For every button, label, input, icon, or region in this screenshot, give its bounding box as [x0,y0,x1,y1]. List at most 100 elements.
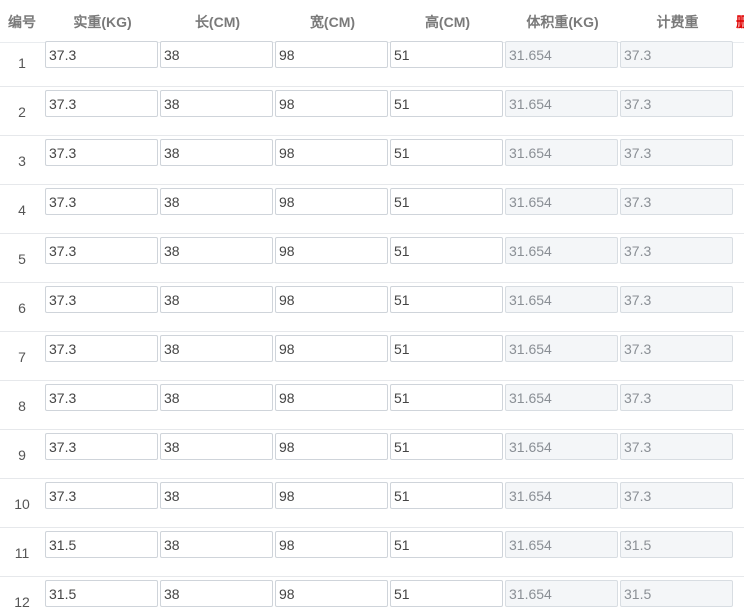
header-length: 长(CM) [194,14,241,30]
row-number: 11 [14,545,30,561]
height-input[interactable] [390,237,503,264]
volume-weight-field [505,237,618,264]
charge-weight-field [620,139,733,166]
height-input[interactable] [390,90,503,117]
actual-weight-input[interactable] [45,335,158,362]
table-body: 123456789101112 [0,38,744,611]
length-input[interactable] [160,90,273,117]
length-input[interactable] [160,41,273,68]
charge-weight-field [620,433,733,460]
actual-weight-input[interactable] [45,580,158,607]
charge-weight-field [620,531,733,558]
length-input[interactable] [160,237,273,264]
volume-weight-field [505,188,618,215]
table-row: 9 [0,430,744,479]
width-input[interactable] [275,41,388,68]
row-number: 7 [18,349,26,365]
charge-weight-field [620,286,733,313]
volume-weight-field [505,139,618,166]
actual-weight-input[interactable] [45,433,158,460]
actual-weight-input[interactable] [45,531,158,558]
row-number: 1 [18,55,26,71]
length-input[interactable] [160,286,273,313]
width-input[interactable] [275,335,388,362]
row-number: 4 [18,202,26,218]
length-input[interactable] [160,482,273,509]
actual-weight-input[interactable] [45,237,158,264]
length-input[interactable] [160,433,273,460]
actual-weight-input[interactable] [45,90,158,117]
width-input[interactable] [275,90,388,117]
table-row: 10 [0,479,744,528]
width-input[interactable] [275,433,388,460]
actual-weight-input[interactable] [45,188,158,215]
width-input[interactable] [275,482,388,509]
row-number: 12 [14,594,30,610]
height-input[interactable] [390,286,503,313]
height-input[interactable] [390,139,503,166]
volume-weight-field [505,90,618,117]
table-row: 5 [0,234,744,283]
height-input[interactable] [390,482,503,509]
table-row: 2 [0,87,744,136]
actual-weight-input[interactable] [45,482,158,509]
volume-weight-field [505,482,618,509]
length-input[interactable] [160,335,273,362]
header-number: 编号 [8,14,36,30]
table-row: 8 [0,381,744,430]
table-row: 7 [0,332,744,381]
actual-weight-input[interactable] [45,41,158,68]
row-number: 5 [18,251,26,267]
row-number: 6 [18,300,26,316]
header-charge-weight: 计费重 [656,14,699,30]
width-input[interactable] [275,384,388,411]
length-input[interactable] [160,188,273,215]
charge-weight-field [620,237,733,264]
table-row: 3 [0,136,744,185]
width-input[interactable] [275,580,388,607]
volume-weight-field [505,41,618,68]
row-number: 8 [18,398,26,414]
charge-weight-field [620,188,733,215]
table-row: 6 [0,283,744,332]
actual-weight-input[interactable] [45,286,158,313]
height-input[interactable] [390,188,503,215]
charge-weight-field [620,384,733,411]
length-input[interactable] [160,531,273,558]
header-width: 宽(CM) [309,14,356,30]
row-number: 2 [18,104,26,120]
width-input[interactable] [275,139,388,166]
table-row: 12 [0,577,744,611]
header-height: 高(CM) [424,14,471,30]
header-actual-weight: 实重(KG) [73,14,132,30]
width-input[interactable] [275,237,388,264]
volume-weight-field [505,531,618,558]
height-input[interactable] [390,531,503,558]
length-input[interactable] [160,139,273,166]
actual-weight-input[interactable] [45,139,158,166]
package-dimensions-table: 编号 实重(KG) 长(CM) 宽(CM) 高(CM) 体积重(KG) 计费重 … [0,0,744,611]
length-input[interactable] [160,384,273,411]
width-input[interactable] [275,286,388,313]
width-input[interactable] [275,531,388,558]
row-number: 9 [18,447,26,463]
table-header: 编号 实重(KG) 长(CM) 宽(CM) 高(CM) 体积重(KG) 计费重 … [0,0,744,43]
height-input[interactable] [390,384,503,411]
height-input[interactable] [390,335,503,362]
length-input[interactable] [160,580,273,607]
actual-weight-input[interactable] [45,384,158,411]
table-row: 1 [0,38,744,87]
volume-weight-field [505,335,618,362]
width-input[interactable] [275,188,388,215]
row-number: 3 [18,153,26,169]
volume-weight-field [505,286,618,313]
height-input[interactable] [390,41,503,68]
volume-weight-field [505,580,618,607]
height-input[interactable] [390,433,503,460]
charge-weight-field [620,90,733,117]
header-volume-weight: 体积重(KG) [526,14,599,30]
charge-weight-field [620,580,733,607]
table-row: 4 [0,185,744,234]
height-input[interactable] [390,580,503,607]
volume-weight-field [505,433,618,460]
